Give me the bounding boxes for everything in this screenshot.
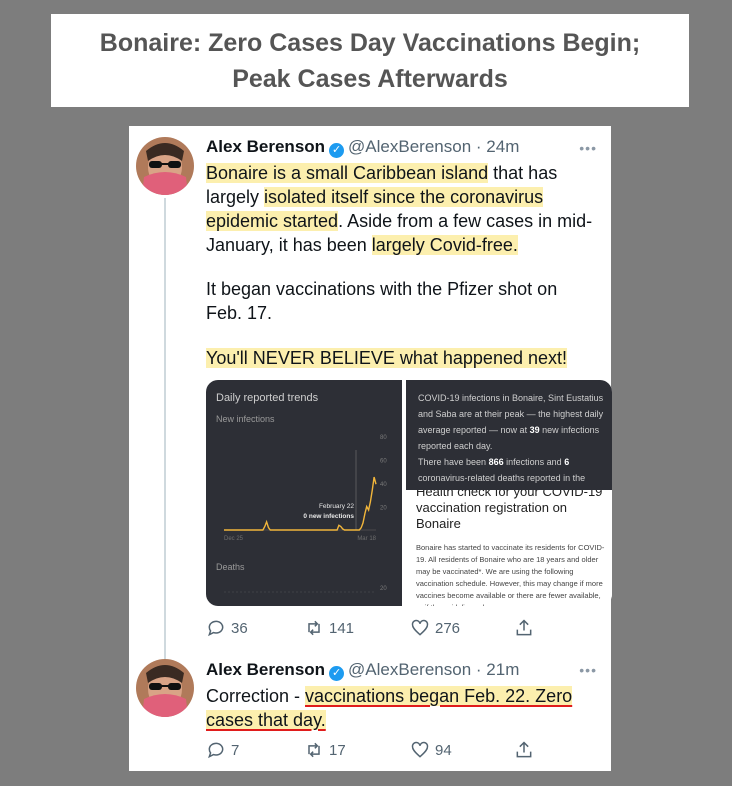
tweet-header: Alex Berenson ✓ @AlexBerenson · 21m (206, 659, 519, 681)
deaths-tick-label: 20 (380, 586, 387, 592)
tweet-text: Bonaire is a small Caribbean island that… (206, 161, 598, 257)
info-paragraph: COVID-19 infections in Bonaire, Sint Eus… (418, 390, 606, 454)
info-text: There have been (418, 457, 487, 467)
reply-button[interactable]: 7 (206, 740, 304, 760)
tweet-thread-card: Alex Berenson ✓ @AlexBerenson · 24m ••• Bo… (129, 126, 612, 771)
retweet-icon (308, 620, 320, 636)
tweet-2[interactable]: Alex Berenson ✓ @AlexBerenson · 21m ••• Co… (129, 656, 611, 771)
tweet-time[interactable]: 24m (486, 137, 519, 156)
tweet-text-part: Correction - (206, 686, 306, 706)
avatar[interactable] (136, 659, 194, 717)
like-count: 94 (435, 741, 452, 759)
verified-badge-icon: ✓ (329, 143, 345, 158)
tweet-1[interactable]: Alex Berenson ✓ @AlexBerenson · 24m ••• Bo… (129, 126, 612, 668)
heart-icon (411, 619, 429, 636)
thread-line (164, 198, 166, 668)
retweet-count: 17 (329, 741, 346, 759)
tweet-media[interactable]: Daily reported trends New infections Dea… (206, 380, 612, 606)
info-number: 39 (529, 425, 540, 435)
info-text: infections and (506, 457, 562, 467)
tweet-paragraph: It began vaccinations with the Pfizer sh… (206, 279, 558, 323)
chart-panel: Daily reported trends New infections Dea… (206, 380, 402, 606)
y-tick-label: 40 (380, 482, 387, 488)
more-options-icon[interactable]: ••• (579, 140, 597, 156)
info-panel: COVID-19 infections in Bonaire, Sint Eus… (406, 380, 612, 490)
annotation-date: February 22 (319, 503, 354, 510)
share-icon (516, 619, 532, 636)
tweet-time[interactable]: 21m (486, 660, 519, 679)
reply-button[interactable]: 36 (206, 618, 304, 638)
author-handle[interactable]: @AlexBerenson (348, 660, 471, 679)
reply-count: 7 (231, 741, 240, 759)
retweet-icon (308, 742, 320, 758)
article-body: Bonaire has started to vaccinate its res… (416, 543, 605, 606)
retweet-button[interactable]: 17 (304, 740, 410, 760)
highlighted-text: Bonaire is a small Caribbean island (206, 163, 489, 183)
separator-dot: · (475, 660, 482, 679)
share-button[interactable] (514, 740, 534, 760)
y-tick-label: 20 (380, 506, 387, 512)
author-name[interactable]: Alex Berenson (206, 137, 325, 156)
avatar-image (136, 137, 194, 195)
tweet-actions: 7 17 94 (206, 738, 534, 762)
tweet-text: Correction - vaccinations began Feb. 22.… (206, 684, 598, 732)
tweet-paragraph: You'll NEVER BELIEVE what happened next! (206, 346, 598, 370)
y-tick-label: 80 (380, 435, 387, 441)
highlighted-text: You'll NEVER BELIEVE what happened next! (206, 348, 568, 368)
reply-count: 36 (231, 619, 248, 637)
info-text: coronavirus-related deaths reported in t… (418, 473, 586, 483)
retweet-count: 141 (329, 619, 355, 637)
share-button[interactable] (514, 618, 534, 638)
article-title: Health check for your COVID-19 vaccinati… (416, 490, 603, 531)
like-count: 276 (435, 619, 461, 637)
avatar-image (136, 659, 194, 717)
reply-icon (208, 742, 224, 759)
info-number: 6 (564, 457, 570, 467)
highlighted-text: largely Covid-free. (371, 235, 518, 255)
retweet-button[interactable]: 141 (304, 618, 410, 638)
info-paragraph: There have been 866 infections and 6 cor… (418, 454, 606, 486)
like-button[interactable]: 94 (410, 740, 514, 760)
share-icon (516, 741, 532, 758)
like-button[interactable]: 276 (410, 618, 514, 638)
tweet-actions: 36 141 276 (206, 616, 534, 640)
avatar[interactable] (136, 137, 194, 195)
y-tick-label: 60 (380, 459, 387, 465)
article-card[interactable]: Health check for your COVID-19 vaccinati… (406, 490, 612, 606)
info-number: 866 (488, 457, 504, 467)
reply-icon (208, 620, 224, 637)
heart-icon (411, 741, 429, 758)
verified-badge-icon: ✓ (329, 666, 345, 681)
headline-title: Bonaire: Zero Cases Day Vaccinations Beg… (99, 28, 641, 93)
author-name[interactable]: Alex Berenson (206, 660, 325, 679)
separator-dot: · (475, 137, 482, 156)
annotation-value: 0 new infections (303, 513, 354, 520)
author-handle[interactable]: @AlexBerenson (348, 137, 471, 156)
x-tick-label: Dec 25 (224, 536, 244, 542)
headline-banner: Bonaire: Zero Cases Day Vaccinations Beg… (51, 14, 689, 107)
line-chart: 20 40 60 80 February 22 0 new infections Dec 2… (224, 435, 387, 593)
tweet-header: Alex Berenson ✓ @AlexBerenson · 24m (206, 136, 519, 158)
x-tick-label: Mar 18 (357, 536, 376, 542)
more-options-icon[interactable]: ••• (579, 662, 597, 678)
